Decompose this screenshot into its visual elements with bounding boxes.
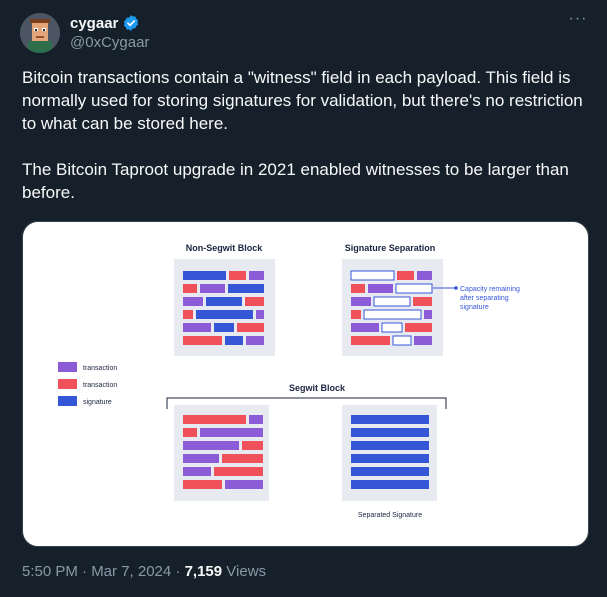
capacity-note-line-2: after separating	[460, 295, 509, 302]
separated-signature-block	[342, 405, 437, 501]
segwit-title: Segwit Block	[289, 383, 346, 393]
legend: transaction transaction signature	[58, 362, 117, 406]
tweet-text: Bitcoin transactions contain a "witness"…	[22, 66, 592, 204]
legend-label-2: transaction	[83, 382, 117, 389]
separated-signature-label: Separated Signature	[358, 512, 422, 519]
capacity-note-line-3: signature	[460, 304, 489, 311]
author-name[interactable]: cygaar	[70, 15, 118, 32]
avatar[interactable]	[20, 13, 60, 53]
author-handle[interactable]: @0xCygaar	[70, 34, 149, 51]
tweet-paragraph-1: Bitcoin transactions contain a "witness"…	[22, 68, 588, 133]
capacity-arrow-head-icon	[454, 286, 458, 290]
tweet-timestamp[interactable]: 5:50 PM · Mar 7, 2024 ·	[22, 563, 185, 580]
tweet-paragraph-2: The Bitcoin Taproot upgrade in 2021 enab…	[22, 160, 574, 202]
more-options-icon[interactable]: ···	[565, 11, 591, 33]
legend-swatch-red	[58, 379, 77, 389]
views-label: Views	[222, 563, 267, 580]
legend-label-1: transaction	[83, 365, 117, 372]
non-segwit-title: Non-Segwit Block	[186, 243, 263, 253]
tweet-image[interactable]: Non-Segwit Block Signature Separation Ca…	[22, 221, 589, 547]
avatar-pixel-art-icon	[20, 13, 60, 53]
signature-separation-title: Signature Separation	[345, 243, 436, 253]
non-segwit-block	[174, 259, 275, 356]
legend-label-3: signature	[83, 399, 112, 406]
segwit-diagram: Non-Segwit Block Signature Separation Ca…	[58, 243, 520, 519]
legend-swatch-blue	[58, 396, 77, 406]
segwit-transactions-block	[174, 405, 269, 501]
legend-swatch-purple	[58, 362, 77, 372]
tweet-header: cygaar @0xCygaar ···	[20, 11, 591, 55]
signature-separation-block	[342, 259, 443, 356]
tweet-footer: 5:50 PM · Mar 7, 2024 · 7,159 Views	[22, 563, 266, 580]
capacity-note-line-1: Capacity remaining	[460, 286, 520, 293]
views-count: 7,159	[184, 563, 223, 580]
verified-badge-icon	[124, 15, 139, 31]
